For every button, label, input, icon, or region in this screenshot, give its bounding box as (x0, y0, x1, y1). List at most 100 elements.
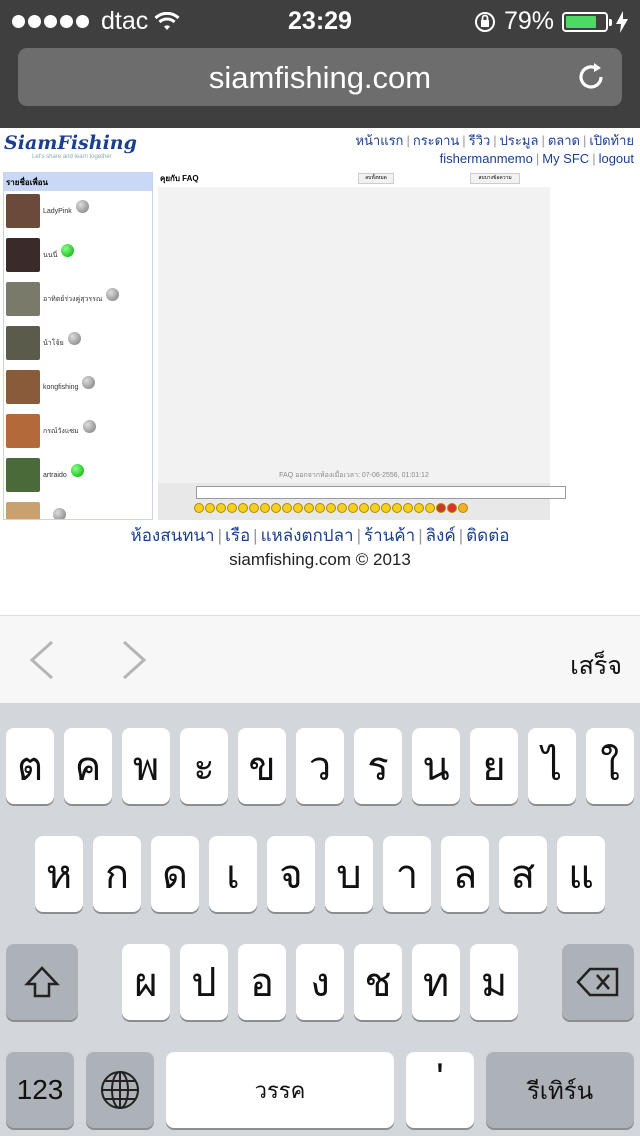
friend-item[interactable]: นนนี่ (6, 237, 146, 273)
apostrophe-key[interactable]: ' (406, 1052, 474, 1128)
emoticon-icon[interactable] (216, 503, 226, 513)
emoticon-icon[interactable] (381, 503, 391, 513)
emoticon-icon[interactable] (392, 503, 402, 513)
emoticon-icon[interactable] (260, 503, 270, 513)
emoticon-icon[interactable] (249, 503, 259, 513)
top-nav-link[interactable]: รีวิว (469, 133, 491, 148)
footer-nav-link[interactable]: แหล่งตกปลา (261, 526, 354, 545)
space-key[interactable]: วรรค (166, 1052, 394, 1128)
key-row2-6[interactable]: บ (325, 836, 373, 912)
emoticon-icon[interactable] (370, 503, 380, 513)
footer-nav-link[interactable]: ติดต่อ (466, 526, 509, 545)
key-1[interactable]: ต (6, 728, 54, 804)
key-10[interactable]: ไ (528, 728, 576, 804)
top-nav-link[interactable]: ประมูล (500, 133, 539, 148)
emoticon-icon[interactable] (403, 503, 413, 513)
site-logo[interactable]: SiamFishing Let's share and learn togeth… (4, 132, 144, 164)
friend-name[interactable]: นนนี่ (43, 250, 57, 261)
key-row3-3[interactable]: อ (238, 944, 286, 1020)
emoticon-icon[interactable] (205, 503, 215, 513)
friend-name[interactable]: น้าโจ้ย (43, 338, 64, 349)
key-row3-6[interactable]: ท (412, 944, 460, 1020)
top-nav-link[interactable]: ตลาด (548, 133, 580, 148)
friend-name[interactable]: ... (43, 516, 49, 520)
footer-nav-link[interactable]: ร้านค้า (364, 526, 415, 545)
footer-nav-link[interactable]: เรือ (225, 526, 250, 545)
emoticon-icon[interactable] (326, 503, 336, 513)
avatar[interactable] (6, 414, 40, 448)
top-nav-link[interactable]: กระดาน (413, 133, 459, 148)
emoticon-icon[interactable] (337, 503, 347, 513)
key-row3-4[interactable]: ง (296, 944, 344, 1020)
reload-icon[interactable] (574, 60, 608, 94)
key-4[interactable]: ะ (180, 728, 228, 804)
friend-name[interactable]: kongfishing (43, 384, 78, 391)
emoticon-icon[interactable] (227, 503, 237, 513)
friend-item[interactable]: อาทิตย์ร่วงคู่สุวรรณ (6, 281, 146, 317)
key-11[interactable]: ใ (586, 728, 634, 804)
key-row3-5[interactable]: ช (354, 944, 402, 1020)
footer-nav-link[interactable]: ลิงค์ (426, 526, 456, 545)
emoticon-icon[interactable] (304, 503, 314, 513)
avatar[interactable] (6, 370, 40, 404)
friend-name[interactable]: อาทิตย์ร่วงคู่สุวรรณ (43, 294, 102, 305)
friend-name[interactable]: LadyPink (43, 208, 72, 215)
key-7[interactable]: ร (354, 728, 402, 804)
emoticon-icon[interactable] (425, 503, 435, 513)
key-row2-8[interactable]: ล (441, 836, 489, 912)
key-9[interactable]: ย (470, 728, 518, 804)
emoticon-icon[interactable] (293, 503, 303, 513)
emoticon-icon[interactable] (359, 503, 369, 513)
avatar[interactable] (6, 194, 40, 228)
account-nav-link[interactable]: fishermanmemo (440, 151, 533, 166)
chat-input[interactable] (196, 486, 566, 499)
key-row2-9[interactable]: ส (499, 836, 547, 912)
clear-all-button[interactable]: ลบทั้งหมด (358, 173, 394, 184)
key-row3-2[interactable]: ป (180, 944, 228, 1020)
avatar[interactable] (6, 502, 40, 519)
key-row2-3[interactable]: ด (151, 836, 199, 912)
key-2[interactable]: ค (64, 728, 112, 804)
key-row3-7[interactable]: ม (470, 944, 518, 1020)
backspace-key[interactable] (562, 944, 634, 1020)
key-8[interactable]: น (412, 728, 460, 804)
footer-nav-link[interactable]: ห้องสนทนา (131, 526, 215, 545)
emoticon-icon[interactable] (458, 503, 468, 513)
avatar[interactable] (6, 282, 40, 316)
emoticon-icon[interactable] (282, 503, 292, 513)
address-bar[interactable]: siamfishing.com (18, 48, 622, 106)
key-6[interactable]: ว (296, 728, 344, 804)
account-nav-link[interactable]: My SFC (542, 151, 589, 166)
globe-key[interactable] (86, 1052, 154, 1128)
emoticon-icon[interactable] (348, 503, 358, 513)
key-row2-7[interactable]: า (383, 836, 431, 912)
return-key[interactable]: รีเทิร์น (486, 1052, 634, 1128)
emoticon-icon[interactable] (414, 503, 424, 513)
key-5[interactable]: ข (238, 728, 286, 804)
key-row2-10[interactable]: แ (557, 836, 605, 912)
friend-item[interactable]: LadyPink (6, 193, 146, 229)
friend-item[interactable]: น้าโจ้ย (6, 325, 146, 361)
avatar[interactable] (6, 326, 40, 360)
friend-item[interactable]: artraido (6, 457, 146, 493)
friend-name[interactable]: กรณ์วังแซม (43, 426, 79, 437)
account-nav-link[interactable]: logout (599, 151, 634, 166)
key-row2-1[interactable]: ห (35, 836, 83, 912)
key-row2-5[interactable]: จ (267, 836, 315, 912)
shift-key[interactable] (6, 944, 78, 1020)
emoticon-icon[interactable] (238, 503, 248, 513)
friend-name[interactable]: artraido (43, 472, 67, 479)
emoticon-icon[interactable] (436, 503, 446, 513)
top-nav-link[interactable]: หน้าแรก (355, 133, 403, 148)
emoticon-icon[interactable] (315, 503, 325, 513)
friend-item[interactable]: kongfishing (6, 369, 146, 405)
clear-some-button[interactable]: ลบบางข้อความ (470, 173, 520, 184)
next-field-button[interactable] (112, 638, 152, 682)
emoticon-icon[interactable] (194, 503, 204, 513)
emoticon-icon[interactable] (447, 503, 457, 513)
key-3[interactable]: พ (122, 728, 170, 804)
avatar[interactable] (6, 458, 40, 492)
numbers-key[interactable]: 123 (6, 1052, 74, 1128)
emoticon-icon[interactable] (271, 503, 281, 513)
avatar[interactable] (6, 238, 40, 272)
